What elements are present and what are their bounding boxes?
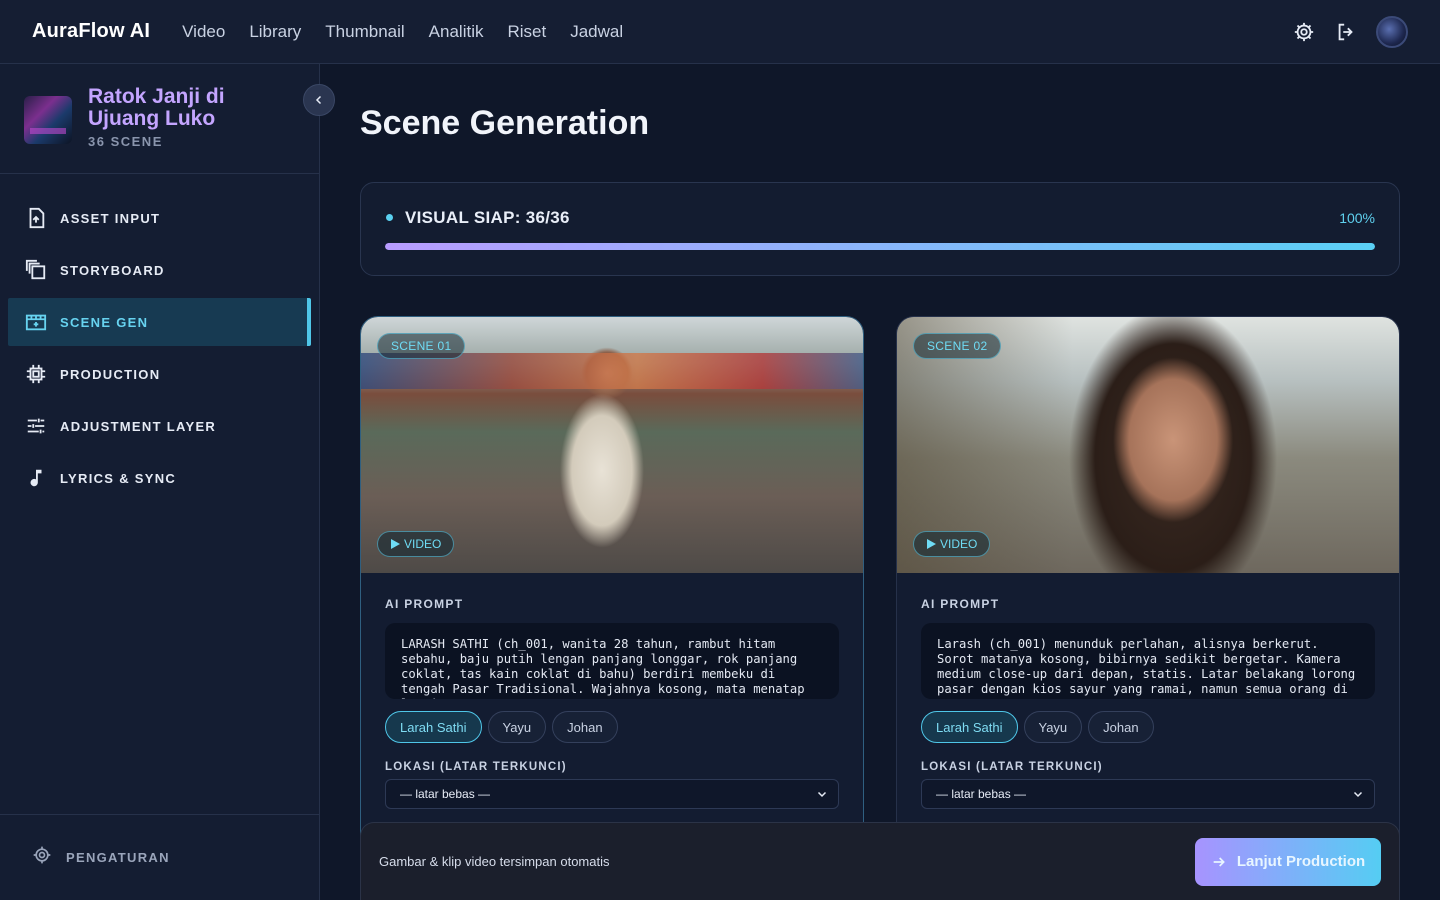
project-thumbnail (24, 96, 72, 144)
character-chip[interactable]: Johan (552, 711, 618, 743)
scene-card[interactable]: SCENE 02 VIDEO AI PROMPT Larash (ch_001)… (896, 316, 1400, 900)
film-sparkle-icon (24, 310, 48, 334)
nav-jadwal[interactable]: Jadwal (570, 22, 623, 42)
nav-library[interactable]: Library (249, 22, 301, 42)
character-chips: Larah Sathi Yayu Johan (921, 711, 1375, 743)
top-bar: AuraFlow AI Video Library Thumbnail Anal… (0, 0, 1440, 64)
sliders-icon (24, 414, 48, 438)
progress-track (385, 243, 1375, 250)
sidebar-item-label: SCENE GEN (60, 314, 149, 330)
sidebar-item-label: ASSET INPUT (60, 210, 161, 226)
character-chip[interactable]: Larah Sathi (921, 711, 1018, 743)
location-label: LOKASI (LATAR TERKUNCI) (921, 761, 1103, 773)
sidebar-menu: ASSET INPUT STORYBOARD SCENE GEN PRODUCT… (0, 174, 319, 502)
next-button-label: Lanjut Production (1236, 853, 1366, 870)
music-note-icon (24, 466, 48, 490)
character-chip[interactable]: Yayu (487, 711, 547, 743)
settings-label: PENGATURAN (66, 850, 170, 865)
arrow-right-icon (1213, 856, 1225, 867)
location-select[interactable]: — latar bebas — (921, 779, 1375, 809)
top-nav: Video Library Thumbnail Analitik Riset J… (182, 22, 623, 42)
play-icon (927, 539, 936, 549)
chevron-down-icon (1353, 791, 1363, 798)
chevron-down-icon (817, 791, 827, 798)
sidebar-item-production[interactable]: PRODUCTION (8, 350, 311, 398)
location-label: LOKASI (LATAR TERKUNCI) (385, 761, 567, 773)
nav-video[interactable]: Video (182, 22, 225, 42)
character-chip[interactable]: Johan (1088, 711, 1154, 743)
page-title: Scene Generation (360, 104, 650, 142)
scene-card[interactable]: SCENE 01 VIDEO AI PROMPT LARASH SATHI (c… (360, 316, 864, 900)
scene-image[interactable]: SCENE 02 VIDEO (897, 317, 1399, 573)
logout-icon[interactable] (1334, 20, 1358, 44)
sidebar-item-label: PRODUCTION (60, 366, 161, 382)
location-value: — latar bebas — (400, 787, 491, 801)
location-select[interactable]: — latar bebas — (385, 779, 839, 809)
progress-panel: VISUAL SIAP: 36/36 100% (360, 182, 1400, 276)
video-button[interactable]: VIDEO (913, 531, 991, 557)
character-chips: Larah Sathi Yayu Johan (385, 711, 839, 743)
progress-fill (385, 243, 1375, 250)
sidebar-item-asset-input[interactable]: ASSET INPUT (8, 194, 311, 242)
status-dot (386, 214, 393, 221)
sidebar-settings[interactable]: PENGATURAN (0, 814, 320, 900)
prompt-textarea[interactable]: Larash (ch_001) menunduk perlahan, alisn… (921, 623, 1375, 699)
settings-gear-icon[interactable] (1292, 20, 1316, 44)
prompt-label: AI PROMPT (921, 597, 1000, 611)
prompt-textarea[interactable]: LARASH SATHI (ch_001, wanita 28 tahun, r… (385, 623, 839, 699)
user-avatar[interactable] (1376, 15, 1408, 48)
nav-analitik[interactable]: Analitik (429, 22, 484, 42)
scene-count: 36 SCENE (88, 134, 163, 149)
sidebar-item-label: LYRICS & SYNC (60, 470, 177, 486)
settings-gear-icon (32, 845, 52, 870)
sidebar-item-label: ADJUSTMENT LAYER (60, 418, 217, 434)
scene-tag: SCENE 02 (913, 333, 1002, 359)
main-content: Scene Generation VISUAL SIAP: 36/36 100%… (320, 64, 1440, 900)
character-chip[interactable]: Yayu (1023, 711, 1083, 743)
play-icon (391, 539, 400, 549)
progress-label: VISUAL SIAP: 36/36 (405, 208, 570, 227)
video-label: VIDEO (940, 537, 978, 551)
prompt-label: AI PROMPT (385, 597, 464, 611)
video-button[interactable]: VIDEO (377, 531, 455, 557)
nav-thumbnail[interactable]: Thumbnail (325, 22, 404, 42)
chip-icon (24, 362, 48, 386)
layers-icon (24, 258, 48, 282)
sidebar: Ratok Janji di Ujuang Luko 36 SCENE ASSE… (0, 64, 335, 900)
file-upload-icon (24, 206, 48, 230)
nav-riset[interactable]: Riset (507, 22, 546, 42)
top-actions (1292, 15, 1408, 48)
location-value: — latar bebas — (936, 787, 1027, 801)
sidebar-item-lyrics-sync[interactable]: LYRICS & SYNC (8, 454, 311, 502)
scene-tag: SCENE 01 (377, 333, 466, 359)
scene-image[interactable]: SCENE 01 VIDEO (361, 317, 863, 573)
next-production-button[interactable]: Lanjut Production (1195, 837, 1381, 886)
character-chip[interactable]: Larah Sathi (385, 711, 482, 743)
sidebar-item-scene-gen[interactable]: SCENE GEN (8, 298, 311, 346)
video-label: VIDEO (404, 537, 442, 551)
project-header: Ratok Janji di Ujuang Luko 36 SCENE (0, 64, 335, 174)
action-bar: Gambar & klip video tersimpan otomatis L… (360, 822, 1400, 900)
sidebar-item-adjustment-layer[interactable]: ADJUSTMENT LAYER (8, 402, 311, 450)
brand-logo[interactable]: AuraFlow AI (32, 20, 150, 43)
sidebar-item-storyboard[interactable]: STORYBOARD (8, 246, 311, 294)
progress-percent: 100% (1339, 210, 1375, 226)
sidebar-item-label: STORYBOARD (60, 262, 165, 278)
project-title: Ratok Janji di Ujuang Luko (88, 85, 225, 130)
autosave-note: Gambar & klip video tersimpan otomatis (379, 854, 610, 869)
